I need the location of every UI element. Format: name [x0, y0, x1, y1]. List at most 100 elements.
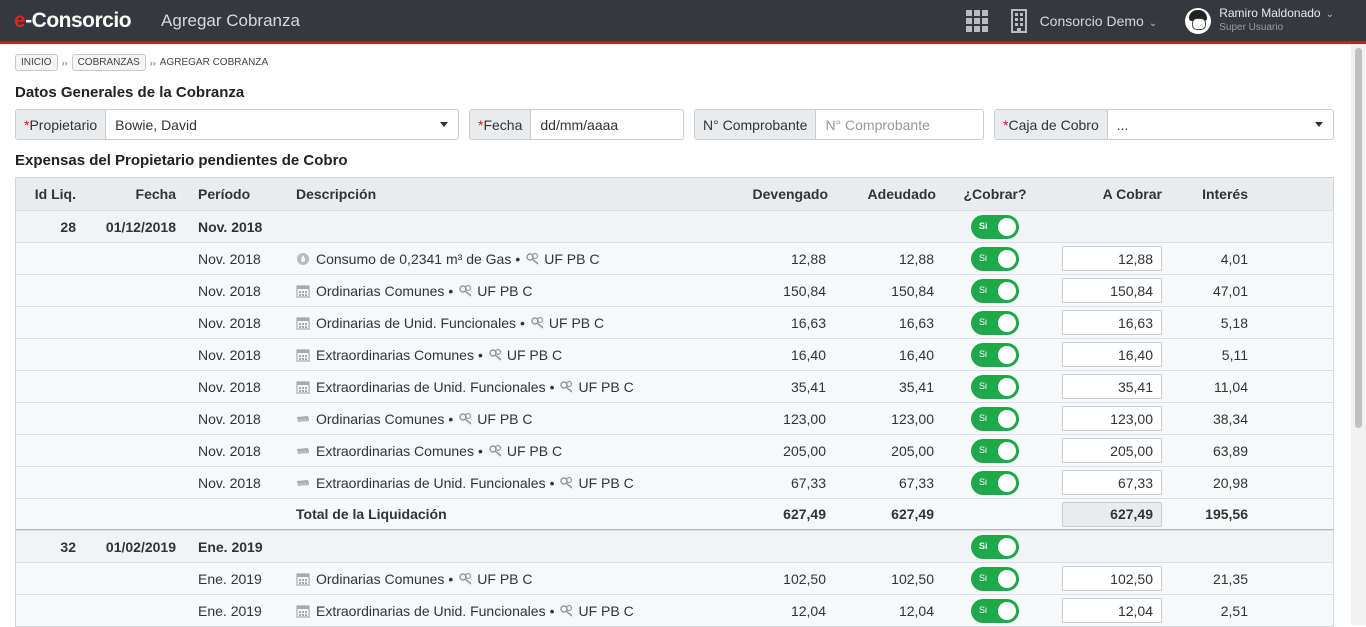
apps-grid-icon[interactable]	[965, 9, 988, 32]
row-desc-text: Extraordinarias de Unid. Funcionales	[316, 602, 546, 619]
row-interes: 20,98	[1212, 474, 1248, 491]
caja-select[interactable]: ...	[1108, 110, 1333, 139]
brand-logo[interactable]: e-Consorcio	[14, 9, 132, 33]
breadcrumb-cobranzas[interactable]: COBRANZAS	[71, 54, 146, 71]
row-devengado: 16,63	[790, 314, 826, 331]
row-unit: UF PB C	[477, 282, 533, 299]
cobrar-toggle[interactable]: Si	[971, 406, 1019, 431]
row-a-cobrar-cell: 16,40	[1050, 342, 1168, 367]
row-descripcion: Ordinarias de Unid. Funcionales • UF PB C	[290, 315, 732, 331]
toggle-knob	[998, 345, 1016, 364]
cobrar-toggle[interactable]: Si	[971, 246, 1019, 271]
liq-periodo: Nov. 2018	[198, 218, 263, 235]
total-a-cobrar-input: 627,49	[1062, 501, 1162, 527]
consorcio-selector[interactable]: Consorcio Demo ⌄	[1040, 13, 1158, 29]
fecha-input[interactable]: dd/mm/aaaa	[531, 110, 683, 139]
a-cobrar-input[interactable]: 16,63	[1062, 310, 1162, 335]
cobrar-toggle[interactable]: Si	[971, 598, 1019, 623]
row-descripcion: Extraordinarias de Unid. Funcionales • UF …	[290, 379, 732, 395]
cobrar-toggle[interactable]: Si	[971, 310, 1019, 335]
liquidacion-row: 28 01/12/2018 Nov. 2018 Si	[16, 210, 1333, 242]
unit-keys-icon	[459, 572, 472, 585]
a-cobrar-input[interactable]: 205,00	[1062, 438, 1162, 463]
a-cobrar-input[interactable]: 12,88	[1062, 246, 1162, 271]
toggle-knob	[998, 441, 1016, 460]
a-cobrar-input[interactable]: 123,00	[1062, 406, 1162, 431]
toggle-label: Si	[979, 412, 988, 423]
cobrar-toggle[interactable]: Si	[971, 566, 1019, 591]
page-scrollbar[interactable]	[1351, 44, 1366, 625]
scrollbar-thumb[interactable]	[1355, 48, 1362, 428]
a-cobrar-input[interactable]: 150,84	[1062, 278, 1162, 303]
toggle-knob	[998, 601, 1016, 620]
table-row: Nov. 2018 Extraordinarias Comunes • UF PB C…	[16, 434, 1333, 466]
breadcrumb-inicio[interactable]: INICIO	[15, 54, 58, 71]
table-row: Ene. 2019 Ordinarias Comunes • UF PB C 102,5…	[16, 562, 1333, 594]
row-interes: 63,89	[1212, 442, 1248, 459]
user-menu[interactable]: Ramiro Maldonado ⌄ Super Usuario	[1219, 7, 1334, 34]
row-desc-text: Ordinarias Comunes	[316, 282, 445, 299]
row-adeudado: 102,50	[891, 570, 934, 587]
cobrar-toggle[interactable]: Si	[971, 342, 1019, 367]
header-devengado[interactable]: Devengado	[732, 186, 832, 202]
toggle-knob	[998, 377, 1016, 396]
row-desc-text: Extraordinarias de Unid. Funcionales	[316, 378, 546, 395]
header-descripcion[interactable]: Descripción	[290, 186, 732, 202]
row-bullet: •	[448, 282, 454, 299]
cobrar-toggle[interactable]: Si	[971, 214, 1019, 239]
row-unit: UF PB C	[506, 442, 563, 459]
liq-id: 28	[60, 218, 76, 235]
user-avatar[interactable]	[1185, 7, 1212, 34]
table-row: Nov. 2018 Extraordinarias de Unid. Funcio…	[16, 466, 1333, 498]
row-devengado: 123,00	[783, 410, 826, 427]
row-cobrar-cell: Si	[940, 310, 1050, 335]
header-fecha[interactable]: Fecha	[82, 186, 182, 202]
row-a-cobrar-cell: 67,33	[1050, 470, 1168, 495]
comprobante-label: N° Comprobante	[695, 110, 817, 139]
row-adeudado: 123,00	[891, 410, 934, 427]
cobrar-toggle[interactable]: Si	[971, 534, 1019, 559]
breadcrumb-current: AGREGAR COBRANZA	[159, 57, 269, 68]
row-cobrar-cell: Si	[940, 598, 1050, 623]
toggle-label: Si	[979, 572, 988, 583]
row-bullet: •	[549, 602, 555, 619]
row-cobrar-cell: Si	[940, 342, 1050, 367]
row-descripcion: Extraordinarias de Unid. Funcionales • UF …	[290, 603, 732, 619]
total-interes: 195,56	[1205, 506, 1248, 522]
row-cobrar-cell: Si	[940, 566, 1050, 591]
toggle-label: Si	[979, 476, 988, 487]
comprobante-input[interactable]: N° Comprobante	[816, 110, 983, 139]
row-descripcion: Extraordinarias Comunes • UF PB C	[290, 443, 732, 459]
table-row: Nov. 2018 Ordinarias de Unid. Funcionales…	[16, 306, 1333, 338]
header-cobrar[interactable]: ¿Cobrar?	[940, 186, 1050, 202]
row-bullet: •	[549, 378, 555, 395]
header-adeudado[interactable]: Adeudado	[832, 186, 940, 202]
a-cobrar-input[interactable]: 67,33	[1062, 470, 1162, 495]
cobrar-toggle[interactable]: Si	[971, 470, 1019, 495]
building-icon	[1010, 8, 1027, 33]
propietario-label: * Propietario	[16, 110, 107, 139]
row-bullet: •	[477, 442, 483, 459]
row-adeudado: 67,33	[898, 474, 934, 491]
propietario-select[interactable]: Bowie, David	[106, 110, 458, 139]
header-a-cobrar[interactable]: A Cobrar	[1050, 186, 1168, 202]
row-cobrar-cell: Si	[940, 438, 1050, 463]
a-cobrar-input[interactable]: 35,41	[1062, 374, 1162, 399]
a-cobrar-input[interactable]: 102,50	[1062, 566, 1162, 591]
cobrar-toggle[interactable]: Si	[971, 438, 1019, 463]
header-periodo[interactable]: Período	[182, 186, 290, 202]
row-cobrar-cell: Si	[940, 406, 1050, 431]
toggle-label: Si	[979, 380, 988, 391]
cobrar-toggle[interactable]: Si	[971, 374, 1019, 399]
a-cobrar-input[interactable]: 12,04	[1062, 598, 1162, 623]
cobrar-toggle[interactable]: Si	[971, 278, 1019, 303]
total-a-cobrar-cell: 627,49	[1050, 501, 1168, 527]
a-cobrar-input[interactable]: 16,40	[1062, 342, 1162, 367]
row-cobrar-cell: Si	[940, 470, 1050, 495]
header-interes[interactable]: Interés	[1168, 186, 1266, 202]
row-desc-text: Extraordinarias Comunes	[316, 442, 474, 459]
unit-keys-icon	[526, 252, 539, 265]
header-id[interactable]: Id Liq.	[16, 186, 82, 202]
table-row: Nov. 2018 Consumo de 0,2341 m³ de Gas • UF …	[16, 242, 1333, 274]
calendar-icon	[296, 380, 310, 394]
